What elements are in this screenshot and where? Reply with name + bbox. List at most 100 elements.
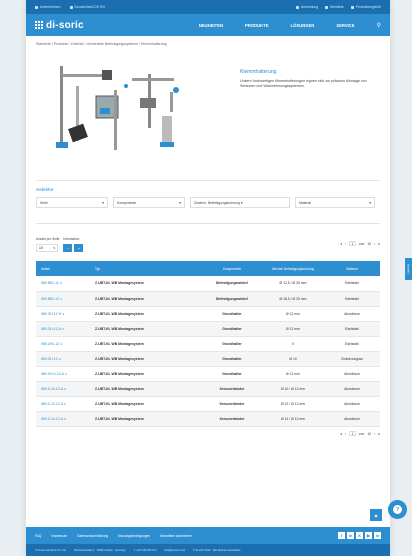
per-page-select[interactable]: 10 ▾ <box>36 244 58 252</box>
cell-artikel[interactable]: WB-UH1-12 ∨ <box>36 336 90 352</box>
topbar-company-link[interactable]: Unternehmen <box>35 5 61 9</box>
cell-befestigungsbohrung: Ø 10 / Ø 12 mm <box>262 381 324 397</box>
first-page-icon[interactable]: ◂ <box>340 242 342 246</box>
cell-material: Aluminium <box>324 396 380 412</box>
cell-komponente: Grundhalter <box>202 321 262 337</box>
header-befestigungsbohrung[interactable]: Zeichen Befestigungsbohrung <box>262 261 324 276</box>
prev-page-icon[interactable]: ‹ <box>345 242 346 246</box>
table-row[interactable]: WB-K-12-12-A ∨ Z-UBT-KL WB Montagesystem K… <box>36 396 380 412</box>
table-row[interactable]: WB-GH-12-A ∨ Z-UBT-KL WB Montagesystem Gru… <box>36 321 380 337</box>
filter-komponente[interactable]: Komponente ▾ <box>113 197 185 208</box>
table-row[interactable]: WB-UH1-12 ∨ Z-UBT-KL WB Montagesystem Grun… <box>36 336 380 352</box>
footer-email[interactable]: info@di-soric.com <box>164 549 185 552</box>
selektor-filters: Serie ▾ Komponente ▾ Zeichen, Befestigungs… <box>26 193 390 208</box>
list-icon <box>325 5 329 9</box>
linkedin-icon[interactable]: in <box>374 532 381 539</box>
expand-info-button[interactable]: + <box>74 244 84 252</box>
x-icon[interactable]: X <box>356 532 363 539</box>
last-page-icon[interactable]: ▸ <box>378 242 380 246</box>
hero-section: Klemmhalterung Unsere hochwertigen Klemm… <box>26 56 390 164</box>
cell-artikel[interactable]: WB-K-12-12-A ∨ <box>36 396 90 412</box>
next-page-icon[interactable]: › <box>374 242 375 246</box>
header-material[interactable]: Material <box>324 261 380 276</box>
last-page-icon[interactable]: ▸ <box>378 432 380 436</box>
cell-material: Aluminium <box>324 306 380 322</box>
cell-komponente: Grundhalter <box>202 306 262 322</box>
next-page-icon[interactable]: › <box>374 432 375 436</box>
cell-artikel[interactable]: WB-BB1-12 ∨ <box>36 276 90 292</box>
footer-link-datenschutz[interactable]: Datenschutzerklärung <box>77 534 108 538</box>
menu-item-service[interactable]: SERVICE <box>336 23 354 28</box>
footer-links: FAQ Impressum Datenschutzerklärung Nutzu… <box>26 527 390 544</box>
cell-komponente: Befestigungswinkel <box>202 291 262 307</box>
topbar-language-switch[interactable]: Deutschland DE EN <box>69 5 105 9</box>
side-contact-tab[interactable]: Kontakt <box>405 258 412 280</box>
cell-komponente: Befestigungswinkel <box>202 276 262 292</box>
globe-icon <box>69 5 73 9</box>
topbar-login-link[interactable]: Anmeldung <box>296 5 318 9</box>
topbar-compare-link[interactable]: Produktvergleich <box>350 5 381 9</box>
chat-icon: ? <box>393 505 402 514</box>
table-row[interactable]: WB-K-10-12-A ∨ Z-UBT-KL WB Montagesystem K… <box>36 381 380 397</box>
cell-artikel[interactable]: WB-K-10-12-A ∨ <box>36 381 90 397</box>
building-icon <box>35 5 38 9</box>
cell-typ: Z-UBT-KL WB Montagesystem <box>90 276 202 292</box>
filter-serie[interactable]: Serie ▾ <box>36 197 108 208</box>
cell-artikel[interactable]: WB-BB1-12 ∨ <box>36 291 90 307</box>
search-icon[interactable]: ⚲ <box>377 22 381 29</box>
cell-befestigungsbohrung: 0 <box>262 336 324 352</box>
cell-artikel[interactable]: WB-K-14-12-A ∨ <box>36 411 90 427</box>
cell-artikel[interactable]: WB-GH-10 ∨ <box>36 351 90 367</box>
header-artikel[interactable]: Artikel <box>36 261 90 276</box>
cell-material: Aluminium <box>324 381 380 397</box>
page-total: 10 <box>367 431 372 436</box>
footer-link-newsletter[interactable]: Newsletter abonnieren <box>160 534 192 538</box>
header-typ[interactable]: Typ <box>90 261 202 276</box>
information-group: Information − + <box>63 237 84 252</box>
breadcrumb[interactable]: Startseite / Produkte / Zubehör / Univer… <box>26 36 390 56</box>
footer-link-impressum[interactable]: Impressum <box>51 534 67 538</box>
table-row[interactable]: WB-GH-10 ∨ Z-UBT-KL WB Montagesystem Grund… <box>36 351 380 367</box>
page-number-input[interactable]: 1 <box>348 241 356 246</box>
cell-befestigungsbohrung: Ø 12 mm <box>262 321 324 337</box>
first-page-icon[interactable]: ◂ <box>340 432 342 436</box>
footer-bottom: © di-soric GmbH & Co. KG Steinbeisstraße… <box>26 544 390 556</box>
menu-item-produkte[interactable]: PRODUKTE <box>245 23 269 28</box>
cell-befestigungsbohrung: Ø 12 / Ø 12 mm <box>262 396 324 412</box>
table-row[interactable]: WB-BB1-12 ∨ Z-UBT-KL WB Montagesystem Befe… <box>36 276 380 292</box>
filter-material[interactable]: Material ▾ <box>295 197 375 208</box>
menu-item-loesungen[interactable]: LÖSUNGEN <box>291 23 315 28</box>
footer-link-faq[interactable]: FAQ <box>35 534 41 538</box>
footer-phone[interactable]: T +49 7181 98 79-0 <box>134 549 157 552</box>
per-page-group: Anzahl pro Seite 10 ▾ <box>36 237 59 252</box>
table-row[interactable]: WB-GH-4-12-A ∨ Z-UBT-KL WB Montagesystem G… <box>36 366 380 382</box>
prev-page-icon[interactable]: ‹ <box>345 432 346 436</box>
xing-icon[interactable]: in <box>347 532 354 539</box>
menu-item-neuheiten[interactable]: NEUHEITEN <box>199 23 223 28</box>
cell-typ: Z-UBT-KL WB Montagesystem <box>90 396 202 412</box>
collapse-info-button[interactable]: − <box>63 244 73 252</box>
per-page-label: Anzahl pro Seite <box>36 237 60 241</box>
cell-komponente: Kreuzverbinder <box>202 381 262 397</box>
page-number-input[interactable]: 1 <box>348 431 356 436</box>
cell-artikel[interactable]: WB-GH-4-12-A ∨ <box>36 366 90 382</box>
cell-artikel[interactable]: WB-GH-12-A ∨ <box>36 321 90 337</box>
chat-button[interactable]: ? <box>388 500 407 519</box>
filter-befestigungsbohrung[interactable]: Zeichen, Befestigungsbohrung ▾ <box>190 197 290 208</box>
youtube-icon[interactable]: ▶ <box>365 532 372 539</box>
scroll-to-top-button[interactable]: ▴ <box>370 509 382 521</box>
cell-typ: Z-UBT-KL WB Montagesystem <box>90 321 202 337</box>
table-row[interactable]: WB-K-14-12-A ∨ Z-UBT-KL WB Montagesystem K… <box>36 411 380 427</box>
topbar-wishlist-link[interactable]: Merkliste <box>325 5 344 9</box>
table-row[interactable]: WB-GH-12-H ∨ Z-UBT-KL WB Montagesystem Gru… <box>36 306 380 322</box>
main-menu: NEUHEITEN PRODUKTE LÖSUNGEN SERVICE ⚲ <box>199 22 381 29</box>
facebook-icon[interactable]: f <box>338 532 345 539</box>
header-komponente[interactable]: Komponente <box>202 261 262 276</box>
logo[interactable]: di-soric <box>35 20 84 31</box>
cell-material: Aluminium <box>324 411 380 427</box>
cell-artikel[interactable]: WB-GH-12-H ∨ <box>36 306 90 322</box>
footer-link-nutzungsbedingungen[interactable]: Nutzungsbedingungen <box>118 534 150 538</box>
page-description: Unsere hochwertigen Klemmhalterungen eig… <box>240 79 367 89</box>
page-of-label: von <box>358 431 365 436</box>
table-row[interactable]: WB-BB1-12 ∨ Z-UBT-KL WB Montagesystem Befe… <box>36 291 380 307</box>
